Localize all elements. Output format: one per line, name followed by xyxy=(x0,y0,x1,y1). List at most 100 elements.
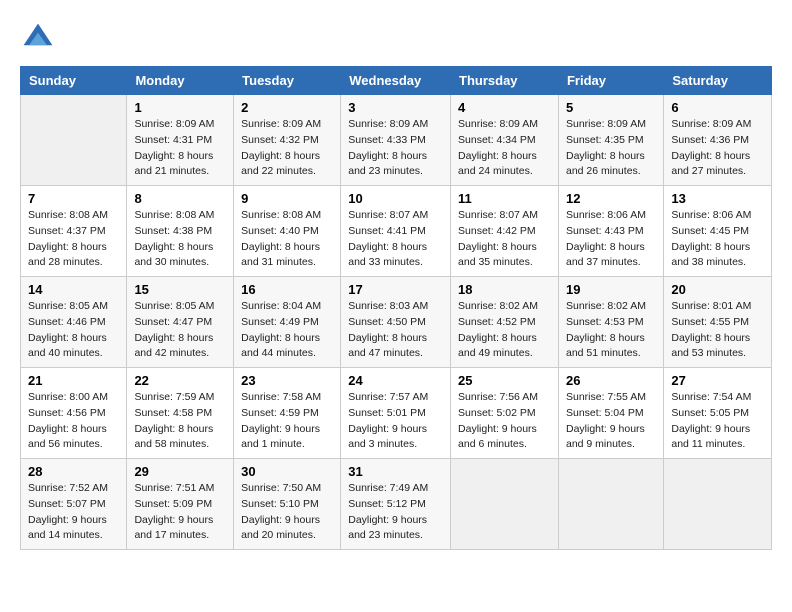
day-info: Sunrise: 7:55 AMSunset: 5:04 PMDaylight:… xyxy=(566,390,656,453)
day-info: Sunrise: 8:02 AMSunset: 4:53 PMDaylight:… xyxy=(566,299,656,362)
day-info: Sunrise: 7:57 AMSunset: 5:01 PMDaylight:… xyxy=(348,390,443,453)
calendar-cell xyxy=(558,459,663,550)
day-number: 29 xyxy=(134,464,226,479)
calendar-cell: 25 Sunrise: 7:56 AMSunset: 5:02 PMDayligh… xyxy=(451,368,559,459)
day-number: 20 xyxy=(671,282,764,297)
day-number: 3 xyxy=(348,100,443,115)
day-info: Sunrise: 8:02 AMSunset: 4:52 PMDaylight:… xyxy=(458,299,551,362)
calendar-cell xyxy=(21,95,127,186)
calendar-cell: 31 Sunrise: 7:49 AMSunset: 5:12 PMDayligh… xyxy=(341,459,451,550)
day-header: Saturday xyxy=(664,67,772,95)
calendar-cell: 15 Sunrise: 8:05 AMSunset: 4:47 PMDayligh… xyxy=(127,277,234,368)
day-info: Sunrise: 7:54 AMSunset: 5:05 PMDaylight:… xyxy=(671,390,764,453)
day-number: 5 xyxy=(566,100,656,115)
day-number: 8 xyxy=(134,191,226,206)
calendar-cell: 18 Sunrise: 8:02 AMSunset: 4:52 PMDayligh… xyxy=(451,277,559,368)
day-number: 16 xyxy=(241,282,333,297)
calendar-cell: 28 Sunrise: 7:52 AMSunset: 5:07 PMDayligh… xyxy=(21,459,127,550)
day-number: 24 xyxy=(348,373,443,388)
calendar-cell: 7Sunrise: 8:08 AMSunset: 4:37 PMDaylight… xyxy=(21,186,127,277)
day-info: Sunrise: 7:49 AMSunset: 5:12 PMDaylight:… xyxy=(348,481,443,544)
day-number: 14 xyxy=(28,282,119,297)
calendar-cell: 13 Sunrise: 8:06 AMSunset: 4:45 PMDayligh… xyxy=(664,186,772,277)
day-info: Sunrise: 8:09 AMSunset: 4:35 PMDaylight:… xyxy=(566,117,656,180)
day-info: Sunrise: 7:58 AMSunset: 4:59 PMDaylight:… xyxy=(241,390,333,453)
page-header xyxy=(20,20,772,56)
calendar-week-row: 1 Sunrise: 8:09 AMSunset: 4:31 PMDaylight… xyxy=(21,95,772,186)
header-row: SundayMondayTuesdayWednesdayThursdayFrid… xyxy=(21,67,772,95)
day-number: 9 xyxy=(241,191,333,206)
day-number: 15 xyxy=(134,282,226,297)
logo-icon xyxy=(20,20,56,56)
day-header: Friday xyxy=(558,67,663,95)
day-number: 25 xyxy=(458,373,551,388)
day-info: Sunrise: 8:09 AMSunset: 4:32 PMDaylight:… xyxy=(241,117,333,180)
day-info: Sunrise: 8:01 AMSunset: 4:55 PMDaylight:… xyxy=(671,299,764,362)
day-info: Sunrise: 7:50 AMSunset: 5:10 PMDaylight:… xyxy=(241,481,333,544)
day-number: 31 xyxy=(348,464,443,479)
day-number: 21 xyxy=(28,373,119,388)
calendar-cell: 12 Sunrise: 8:06 AMSunset: 4:43 PMDayligh… xyxy=(558,186,663,277)
calendar-week-row: 7Sunrise: 8:08 AMSunset: 4:37 PMDaylight… xyxy=(21,186,772,277)
calendar-cell: 21 Sunrise: 8:00 AMSunset: 4:56 PMDayligh… xyxy=(21,368,127,459)
day-number: 1 xyxy=(134,100,226,115)
day-number: 6 xyxy=(671,100,764,115)
calendar-cell: 6 Sunrise: 8:09 AMSunset: 4:36 PMDaylight… xyxy=(664,95,772,186)
calendar-cell: 4 Sunrise: 8:09 AMSunset: 4:34 PMDaylight… xyxy=(451,95,559,186)
calendar-table: SundayMondayTuesdayWednesdayThursdayFrid… xyxy=(20,66,772,550)
day-number: 22 xyxy=(134,373,226,388)
day-info: Sunrise: 8:06 AMSunset: 4:43 PMDaylight:… xyxy=(566,208,656,271)
day-number: 4 xyxy=(458,100,551,115)
day-number: 11 xyxy=(458,191,551,206)
day-info: Sunrise: 8:06 AMSunset: 4:45 PMDaylight:… xyxy=(671,208,764,271)
logo xyxy=(20,20,62,56)
day-info: Sunrise: 8:05 AMSunset: 4:47 PMDaylight:… xyxy=(134,299,226,362)
day-info: Sunrise: 8:05 AMSunset: 4:46 PMDaylight:… xyxy=(28,299,119,362)
day-number: 2 xyxy=(241,100,333,115)
calendar-cell: 29Sunrise: 7:51 AMSunset: 5:09 PMDayligh… xyxy=(127,459,234,550)
day-info: Sunrise: 8:09 AMSunset: 4:34 PMDaylight:… xyxy=(458,117,551,180)
calendar-cell: 3 Sunrise: 8:09 AMSunset: 4:33 PMDaylight… xyxy=(341,95,451,186)
calendar-week-row: 28 Sunrise: 7:52 AMSunset: 5:07 PMDayligh… xyxy=(21,459,772,550)
calendar-cell: 26 Sunrise: 7:55 AMSunset: 5:04 PMDayligh… xyxy=(558,368,663,459)
calendar-cell: 20 Sunrise: 8:01 AMSunset: 4:55 PMDayligh… xyxy=(664,277,772,368)
day-info: Sunrise: 7:59 AMSunset: 4:58 PMDaylight:… xyxy=(134,390,226,453)
day-info: Sunrise: 8:03 AMSunset: 4:50 PMDaylight:… xyxy=(348,299,443,362)
calendar-cell: 5 Sunrise: 8:09 AMSunset: 4:35 PMDaylight… xyxy=(558,95,663,186)
day-info: Sunrise: 8:07 AMSunset: 4:42 PMDaylight:… xyxy=(458,208,551,271)
day-number: 10 xyxy=(348,191,443,206)
calendar-cell: 8 Sunrise: 8:08 AMSunset: 4:38 PMDaylight… xyxy=(127,186,234,277)
calendar-cell: 22 Sunrise: 7:59 AMSunset: 4:58 PMDayligh… xyxy=(127,368,234,459)
calendar-cell: 27 Sunrise: 7:54 AMSunset: 5:05 PMDayligh… xyxy=(664,368,772,459)
day-number: 13 xyxy=(671,191,764,206)
day-number: 18 xyxy=(458,282,551,297)
day-info: Sunrise: 8:07 AMSunset: 4:41 PMDaylight:… xyxy=(348,208,443,271)
day-header: Tuesday xyxy=(234,67,341,95)
day-info: Sunrise: 8:09 AMSunset: 4:36 PMDaylight:… xyxy=(671,117,764,180)
day-info: Sunrise: 8:00 AMSunset: 4:56 PMDaylight:… xyxy=(28,390,119,453)
day-number: 23 xyxy=(241,373,333,388)
day-number: 12 xyxy=(566,191,656,206)
day-header: Thursday xyxy=(451,67,559,95)
day-info: Sunrise: 7:56 AMSunset: 5:02 PMDaylight:… xyxy=(458,390,551,453)
day-info: Sunrise: 7:52 AMSunset: 5:07 PMDaylight:… xyxy=(28,481,119,544)
day-info: Sunrise: 8:09 AMSunset: 4:31 PMDaylight:… xyxy=(134,117,226,180)
day-number: 27 xyxy=(671,373,764,388)
calendar-cell: 30Sunrise: 7:50 AMSunset: 5:10 PMDayligh… xyxy=(234,459,341,550)
day-info: Sunrise: 8:08 AMSunset: 4:37 PMDaylight:… xyxy=(28,208,119,271)
day-header: Wednesday xyxy=(341,67,451,95)
calendar-cell: 23 Sunrise: 7:58 AMSunset: 4:59 PMDayligh… xyxy=(234,368,341,459)
calendar-cell: 10 Sunrise: 8:07 AMSunset: 4:41 PMDayligh… xyxy=(341,186,451,277)
day-number: 19 xyxy=(566,282,656,297)
day-number: 26 xyxy=(566,373,656,388)
day-info: Sunrise: 8:08 AMSunset: 4:38 PMDaylight:… xyxy=(134,208,226,271)
day-header: Sunday xyxy=(21,67,127,95)
calendar-cell: 19 Sunrise: 8:02 AMSunset: 4:53 PMDayligh… xyxy=(558,277,663,368)
calendar-cell: 11 Sunrise: 8:07 AMSunset: 4:42 PMDayligh… xyxy=(451,186,559,277)
calendar-cell xyxy=(664,459,772,550)
day-number: 28 xyxy=(28,464,119,479)
day-info: Sunrise: 8:09 AMSunset: 4:33 PMDaylight:… xyxy=(348,117,443,180)
calendar-cell: 24 Sunrise: 7:57 AMSunset: 5:01 PMDayligh… xyxy=(341,368,451,459)
calendar-cell: 14 Sunrise: 8:05 AMSunset: 4:46 PMDayligh… xyxy=(21,277,127,368)
calendar-cell: 9Sunrise: 8:08 AMSunset: 4:40 PMDaylight… xyxy=(234,186,341,277)
